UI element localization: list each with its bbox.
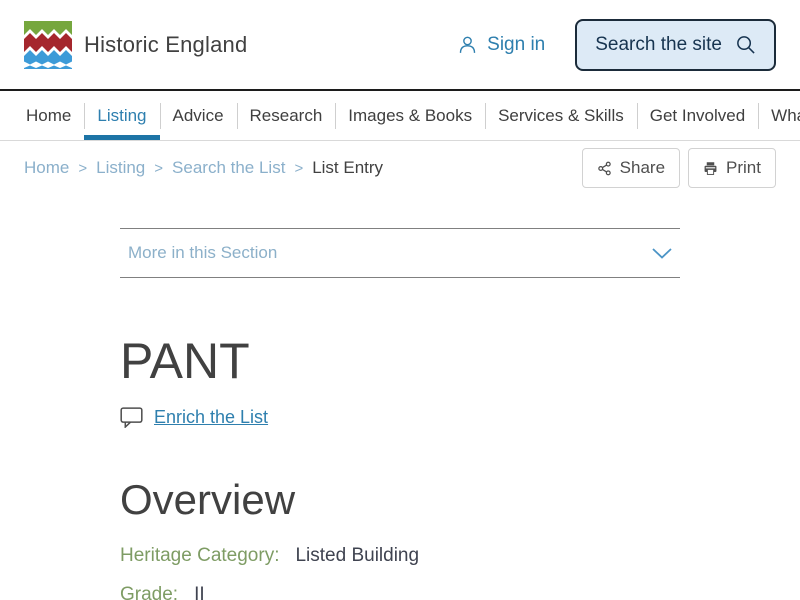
field-label: Grade: — [120, 581, 178, 600]
main-nav: Home Listing Advice Research Images & Bo… — [0, 91, 800, 141]
breadcrumb-separator: > — [294, 160, 303, 177]
historic-england-logo[interactable]: Historic England — [24, 21, 247, 69]
breadcrumb-current: List Entry — [312, 158, 383, 178]
site-header: Historic England Sign in Search the site — [0, 0, 800, 91]
overview-fields: Heritage Category: Listed Building Grade… — [120, 542, 680, 600]
person-icon — [457, 34, 478, 55]
field-value: Listed Building — [295, 542, 419, 569]
overview-heading: Overview — [120, 476, 680, 524]
nav-item-get-involved[interactable]: Get Involved — [637, 91, 758, 140]
logo-flag-icon — [24, 21, 72, 69]
share-label: Share — [620, 158, 665, 178]
nav-item-advice[interactable]: Advice — [160, 91, 237, 140]
field-grade: Grade: II — [120, 581, 680, 600]
breadcrumb-home[interactable]: Home — [24, 158, 69, 178]
speech-bubble-icon — [120, 407, 143, 428]
search-site-button[interactable]: Search the site — [575, 19, 776, 71]
sign-in-link[interactable]: Sign in — [457, 34, 545, 56]
breadcrumb-listing[interactable]: Listing — [96, 158, 145, 178]
nav-item-services-skills[interactable]: Services & Skills — [485, 91, 637, 140]
print-label: Print — [726, 158, 761, 178]
breadcrumb: Home > Listing > Search the List > List … — [24, 158, 383, 178]
field-heritage-category: Heritage Category: Listed Building — [120, 542, 680, 569]
page-title: PANT — [120, 334, 680, 389]
breadcrumb-separator: > — [154, 160, 163, 177]
nav-item-home[interactable]: Home — [13, 91, 84, 140]
search-site-label: Search the site — [595, 34, 722, 56]
nav-item-whats-new[interactable]: What's New — [758, 91, 800, 140]
brand-wordmark: Historic England — [84, 32, 247, 58]
nav-item-listing[interactable]: Listing — [84, 91, 159, 140]
sign-in-label: Sign in — [487, 34, 545, 56]
print-icon — [703, 161, 718, 176]
enrich-the-list-link[interactable]: Enrich the List — [154, 407, 268, 428]
share-icon — [597, 161, 612, 176]
more-in-section-dropdown[interactable]: More in this Section — [120, 228, 680, 278]
breadcrumb-search-the-list[interactable]: Search the List — [172, 158, 285, 178]
more-in-section-label: More in this Section — [128, 243, 277, 263]
share-button[interactable]: Share — [582, 148, 680, 188]
print-button[interactable]: Print — [688, 148, 776, 188]
nav-item-images-books[interactable]: Images & Books — [335, 91, 485, 140]
field-value: II — [194, 581, 205, 600]
breadcrumb-separator: > — [78, 160, 87, 177]
chevron-down-icon — [652, 248, 672, 259]
field-label: Heritage Category: — [120, 542, 279, 569]
nav-item-research[interactable]: Research — [237, 91, 336, 140]
search-icon — [735, 34, 756, 55]
